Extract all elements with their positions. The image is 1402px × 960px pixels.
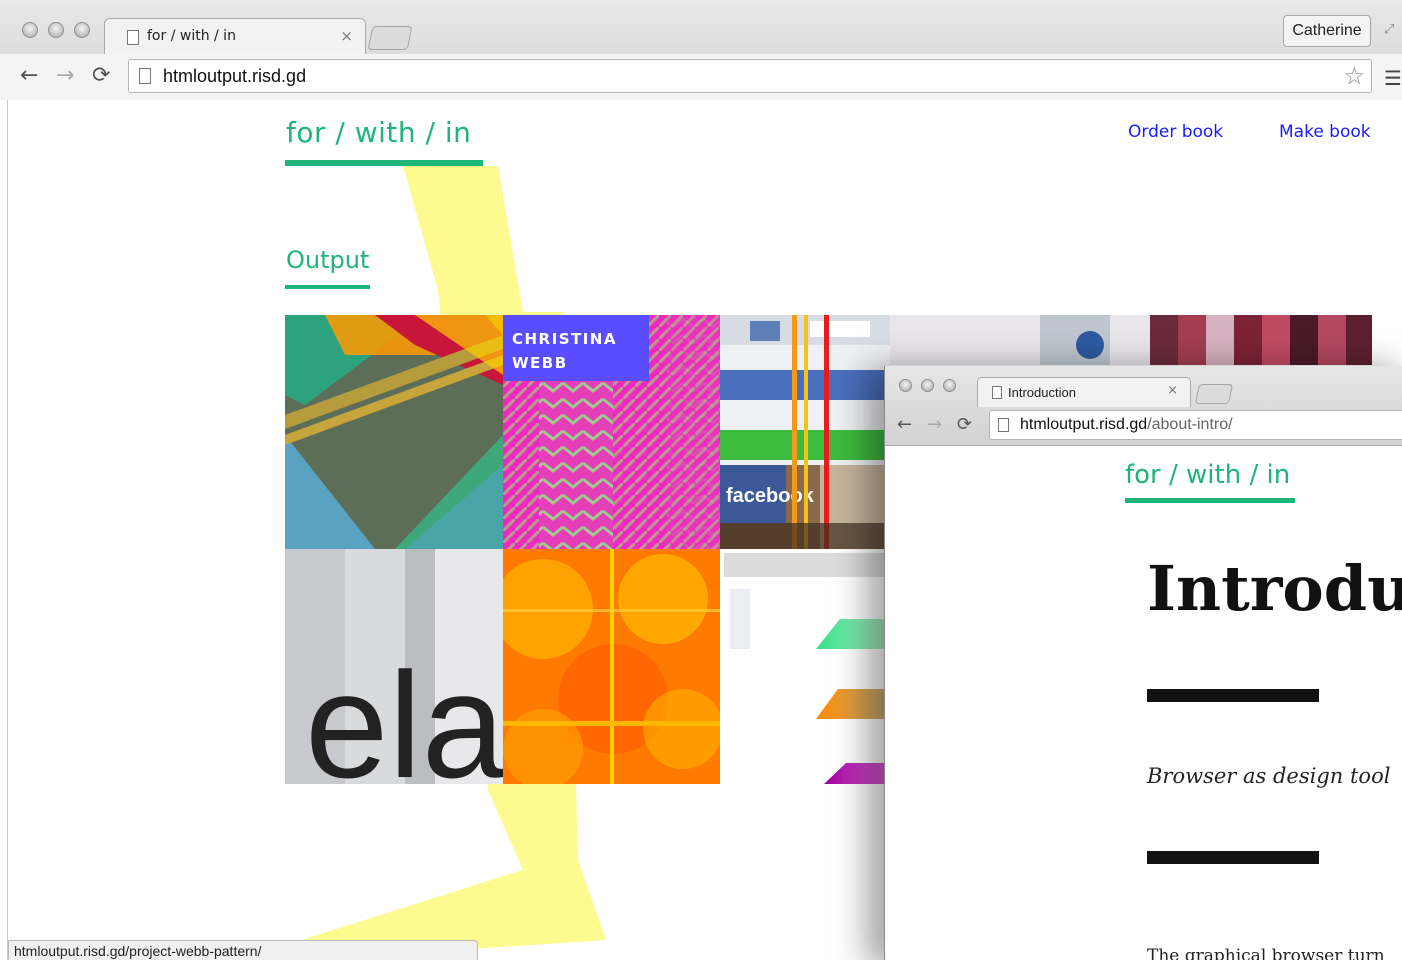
minimize-window-button[interactable]	[921, 379, 934, 392]
project-thumb-gradient-screens[interactable]	[720, 549, 890, 784]
overlay-browser-window[interactable]: Introduction × ← → ⟳ htmloutput.risd.gd/…	[884, 366, 1402, 960]
overlay-browser-chrome: Introduction × ← → ⟳ htmloutput.risd.gd/…	[885, 366, 1402, 446]
menu-icon[interactable]: ☰	[1384, 66, 1402, 90]
page-icon	[127, 30, 139, 45]
browser-toolbar: ← → ⟳ htmloutput.risd.gd ☆ ☰	[0, 54, 1402, 100]
back-icon[interactable]: ←	[20, 64, 38, 88]
order-book-link[interactable]: Order book	[1128, 122, 1223, 142]
forward-icon[interactable]: →	[927, 414, 942, 435]
type-photo-letters: ela	[305, 641, 503, 784]
address-bar[interactable]: htmloutput.risd.gd ☆	[128, 59, 1372, 93]
make-book-link[interactable]: Make book	[1279, 122, 1371, 142]
window-edge	[0, 100, 8, 960]
site-logo[interactable]: for / with / in	[1125, 460, 1290, 490]
project-thumb-geometric[interactable]	[285, 315, 503, 549]
logo-underline	[285, 160, 483, 166]
new-tab-button[interactable]	[1194, 384, 1234, 404]
page-subtitle: Browser as design tool	[1147, 764, 1391, 788]
status-bar: htmloutput.risd.gd/project-webb-pattern/	[8, 940, 478, 960]
address-url: htmloutput.risd.gd	[163, 66, 307, 86]
forward-icon[interactable]: →	[56, 64, 74, 88]
page-icon	[998, 418, 1009, 432]
site-logo[interactable]: for / with / in	[286, 116, 471, 149]
project-thumb-pixel-mosaic[interactable]	[890, 315, 1372, 365]
browser-tab[interactable]: for / with / in ×	[104, 18, 366, 54]
close-window-button[interactable]	[899, 379, 912, 392]
tab-title: for / with / in	[147, 28, 236, 44]
reload-icon[interactable]: ⟳	[957, 414, 972, 435]
address-url: htmloutput.risd.gd/about-intro/	[1020, 416, 1233, 433]
project-thumb-orange-fractal[interactable]	[503, 549, 720, 784]
overlay-browser-tab[interactable]: Introduction ×	[977, 377, 1191, 407]
body-text: The graphical browser turn	[1147, 946, 1385, 960]
fullscreen-icon[interactable]: ⤢	[1384, 22, 1394, 37]
project-thumb-type-photo[interactable]: ela	[285, 549, 503, 784]
section-heading: Output	[286, 246, 370, 274]
close-window-button[interactable]	[22, 22, 38, 38]
project-badge: CHRISTINA WEBB	[503, 315, 649, 381]
section-underline	[285, 285, 370, 289]
address-bar[interactable]: htmloutput.risd.gd/about-intro/	[989, 410, 1402, 440]
tab-title: Introduction	[1008, 385, 1076, 400]
profile-button[interactable]: Catherine	[1283, 15, 1371, 47]
zoom-window-button[interactable]	[74, 22, 90, 38]
reload-icon[interactable]: ⟳	[92, 64, 110, 88]
back-icon[interactable]: ←	[897, 414, 912, 435]
page-icon	[139, 68, 151, 84]
project-thumb-webb-pattern[interactable]: CHRISTINA WEBB	[503, 315, 720, 549]
divider-rule	[1147, 851, 1319, 864]
page-title: Introduc	[1147, 552, 1402, 625]
bookmark-star-icon[interactable]: ☆	[1343, 62, 1365, 90]
browser-chrome: for / with / in × Catherine ⤢ ← → ⟳ html…	[0, 0, 1402, 100]
project-thumb-web-collage[interactable]: facebook	[720, 315, 890, 549]
close-tab-icon[interactable]: ×	[1167, 383, 1178, 398]
page-icon	[992, 386, 1002, 399]
logo-underline	[1125, 498, 1295, 503]
divider-rule	[1147, 689, 1319, 702]
zoom-window-button[interactable]	[943, 379, 956, 392]
close-tab-icon[interactable]: ×	[340, 27, 353, 45]
facebook-logo: facebook	[726, 485, 815, 507]
new-tab-button[interactable]	[367, 26, 413, 50]
minimize-window-button[interactable]	[48, 22, 64, 38]
